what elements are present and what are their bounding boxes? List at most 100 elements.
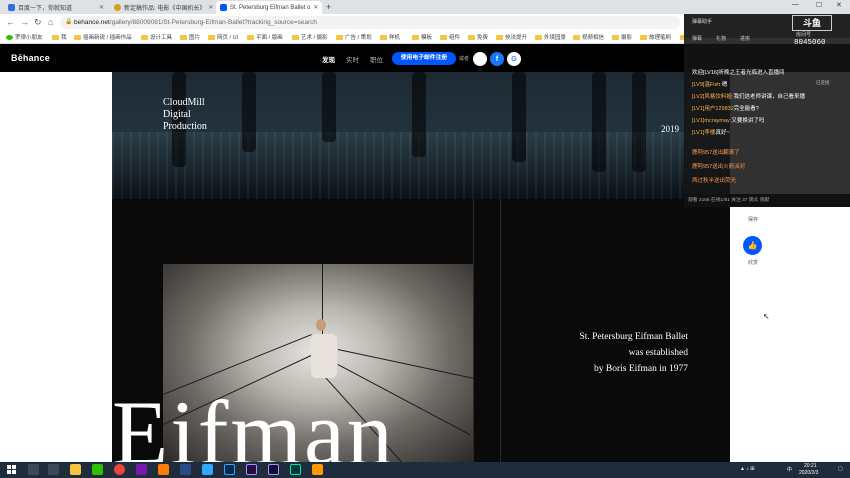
bookmark-label: 外境园景 (544, 35, 567, 41)
bookmark-icon (6, 34, 13, 40)
bookmark-label: 技法提升 (505, 35, 528, 41)
bookmark-item[interactable]: 组件 (440, 33, 460, 41)
sublime-icon[interactable] (312, 464, 323, 475)
gift-message: 两过秋半送出荧光 (692, 178, 737, 184)
behance-logo[interactable]: Bēhance (11, 53, 50, 63)
bookmark-item[interactable]: 摄影 (612, 33, 632, 41)
google-signin-icon[interactable]: G (507, 52, 521, 66)
premiere-icon[interactable] (246, 464, 257, 475)
hero-title-line: CloudMill (163, 97, 205, 108)
new-tab-icon[interactable]: + (326, 2, 331, 12)
app-icon[interactable] (180, 464, 191, 475)
tab-movie[interactable]: 新定稿作品: 电影《中国机长》 ✕ (110, 1, 214, 14)
apple-signin-icon[interactable] (473, 52, 487, 66)
window-close-icon[interactable]: ✕ (836, 1, 842, 9)
chat-message: [LV1]李楼真好~ (692, 128, 730, 136)
bookmark-item[interactable]: 设计工具 (141, 33, 172, 41)
close-icon[interactable]: ✕ (310, 4, 318, 11)
url-field[interactable]: 🔒 behance.net/gallery/88009081/St-Peters… (60, 16, 680, 29)
folder-icon (141, 34, 148, 40)
dancer-silhouette (242, 72, 256, 152)
bookmark-item[interactable]: 模板 (412, 33, 432, 41)
onenote-icon[interactable] (136, 464, 147, 475)
bookmark-item[interactable]: 技法提升 (496, 33, 527, 41)
email-signup-button[interactable]: 使用电子邮件注册 (392, 52, 456, 65)
movie-favicon-icon (114, 4, 121, 11)
bookmark-item[interactable]: 插画新锐 / 插画作品 (74, 33, 132, 41)
taskview-icon[interactable] (48, 464, 59, 475)
bookmark-item[interactable]: 我 (52, 33, 67, 41)
ime-indicator[interactable]: 中 (787, 466, 792, 473)
maximize-icon[interactable]: ☐ (816, 1, 822, 9)
bookmark-item[interactable]: 广告 / 策划 (336, 33, 372, 41)
status-badge: 已连接 (814, 80, 832, 86)
dancer-silhouette (322, 72, 336, 142)
nav-live[interactable]: 实时 (346, 54, 359, 64)
bookmark-item[interactable]: 图片 (180, 33, 200, 41)
overlay-tab-gifts[interactable]: 礼物 (716, 35, 726, 42)
chrome-icon[interactable] (114, 464, 125, 475)
folder-icon (496, 34, 503, 40)
forward-icon[interactable]: → (20, 17, 29, 27)
tab-behance[interactable]: St. Petersburg Eifman Ballet o ✕ (216, 1, 322, 14)
chat-message: [LV1]用户129832完全能看? (692, 104, 759, 112)
overlay-tab-enter[interactable]: 进房 (740, 35, 750, 42)
bookmark-item[interactable]: 艺术 / 摄影 (292, 33, 328, 41)
windows-start-icon[interactable] (7, 465, 16, 474)
dancer-silhouette (632, 72, 646, 172)
appreciate-button[interactable]: 👍 (743, 236, 762, 255)
nav-jobs[interactable]: 职位 (370, 54, 383, 64)
home-icon[interactable]: ⌂ (48, 17, 53, 27)
close-icon[interactable]: ✕ (96, 4, 104, 11)
minimize-icon[interactable]: — (792, 1, 799, 8)
bookmark-item[interactable]: 平面 / 版画 (247, 33, 283, 41)
file-explorer-icon[interactable] (70, 464, 81, 475)
facebook-signin-icon[interactable]: f (490, 52, 504, 66)
photoshop-icon[interactable] (224, 464, 235, 475)
bookmark-label: 故理笔刷 (649, 35, 672, 41)
wechat-icon[interactable] (92, 464, 103, 475)
message-user: [LV1]用户129832 (692, 106, 734, 112)
search-icon[interactable] (28, 464, 39, 475)
audition-icon[interactable] (290, 464, 301, 475)
url-path: /gallery/88009081/St-Petersburg-Eifman-B… (109, 19, 318, 26)
caption-line: by Boris Eifman in 1977 (594, 364, 688, 374)
room-label: 房间号 (796, 32, 812, 38)
bookmark-item[interactable]: 外境园景 (535, 33, 566, 41)
reload-icon[interactable]: ↻ (34, 17, 42, 27)
bookmark-item[interactable]: 故理笔刷 (640, 33, 671, 41)
bookmark-label: 我 (61, 35, 67, 41)
tab-baidu[interactable]: 百度一下，你就知道 ✕ (4, 1, 108, 14)
bookmark-label: 模板 (421, 35, 433, 41)
bookmark-label: 图片 (189, 35, 201, 41)
folder-icon (336, 34, 343, 40)
illustrator-icon[interactable] (158, 464, 169, 475)
message-user: [LV1]mcraymay: (692, 118, 732, 124)
bookmark-item[interactable]: 视频相信 (573, 33, 604, 41)
folder-icon (247, 34, 254, 40)
after-effects-icon[interactable] (268, 464, 279, 475)
close-icon[interactable]: ✕ (205, 4, 213, 11)
bookmark-label: 视频相信 (582, 35, 605, 41)
tray-icons[interactable]: ▲ ♪ ⊞ (740, 466, 754, 472)
clock-date[interactable]: 2020/2/3 (799, 470, 818, 476)
folder-icon (468, 34, 475, 40)
save-label[interactable]: 保存 (744, 216, 762, 223)
notification-icon[interactable]: ▢ (838, 466, 843, 472)
folder-icon (74, 34, 81, 40)
overlay-tab-danmaku[interactable]: 弹幕 (692, 35, 702, 42)
chat-message: 欢迎[LV16]听晚之王者光临进入直播间 (692, 68, 785, 76)
message-user: [LV2]风格饮料姐: (692, 94, 734, 100)
nav-discover[interactable]: 发现 (322, 54, 335, 64)
bookmark-item[interactable]: 罗律小朋友 (6, 33, 43, 41)
hero-year: 2019 (661, 124, 679, 134)
bookmark-item[interactable]: 免费 (468, 33, 488, 41)
browser-tab-bar: 百度一下，你就知道 ✕ 新定稿作品: 电影《中国机长》 ✕ St. Peters… (0, 0, 850, 14)
message-text: 欢迎[LV16]听晚之王者光临进入直播间 (692, 70, 785, 76)
back-icon[interactable]: ← (6, 17, 15, 27)
app-icon[interactable] (202, 464, 213, 475)
folder-icon (612, 34, 619, 40)
bookmark-item[interactable]: 网页 / UI (208, 33, 238, 41)
clock-time[interactable]: 20:21 (804, 463, 817, 469)
bookmark-item[interactable]: 样机 (380, 33, 400, 41)
